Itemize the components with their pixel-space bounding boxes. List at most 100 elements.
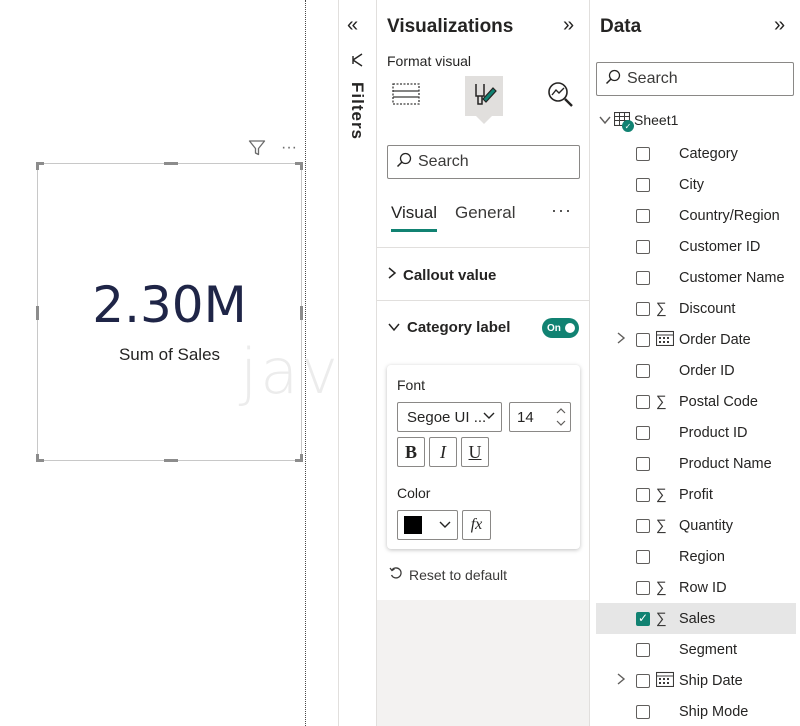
field-item[interactable]: ∑ Discount bbox=[596, 293, 796, 324]
resize-handle-bottom-right[interactable] bbox=[295, 454, 303, 462]
field-item[interactable]: Ship Date bbox=[596, 665, 796, 696]
field-checkbox[interactable] bbox=[636, 177, 650, 192]
field-checkbox[interactable] bbox=[636, 673, 650, 688]
category-label-toggle[interactable]: On bbox=[542, 318, 579, 338]
field-checkbox[interactable] bbox=[636, 363, 650, 378]
font-family-dropdown[interactable]: Segoe UI ... bbox=[397, 402, 502, 432]
field-checkbox[interactable] bbox=[636, 580, 650, 595]
more-options-icon[interactable]: ··· bbox=[551, 200, 572, 221]
field-checkbox[interactable] bbox=[636, 425, 650, 440]
field-checkbox[interactable] bbox=[636, 487, 650, 502]
color-label: Color bbox=[397, 485, 431, 501]
stepper-arrows[interactable] bbox=[555, 405, 567, 429]
analytics-tab[interactable] bbox=[541, 76, 579, 116]
field-item[interactable]: Order Date bbox=[596, 324, 796, 355]
font-size-stepper[interactable]: 14 bbox=[509, 402, 571, 432]
search-icon bbox=[605, 69, 621, 90]
more-options-icon[interactable]: ··· bbox=[278, 138, 300, 158]
card-visual[interactable]: 2.30M Sum of Sales bbox=[36, 162, 303, 462]
category-label-settings: Font Segoe UI ... 14 B I U Color fx bbox=[387, 365, 580, 549]
field-item[interactable]: Region bbox=[596, 541, 796, 572]
chevron-down-icon bbox=[387, 319, 401, 336]
field-item[interactable]: City bbox=[596, 169, 796, 200]
resize-handle-top-right[interactable] bbox=[295, 162, 303, 170]
field-item[interactable]: Category bbox=[596, 138, 796, 169]
field-item[interactable]: ∑ Quantity bbox=[596, 510, 796, 541]
reset-label: Reset to default bbox=[409, 566, 508, 583]
build-visual-icon bbox=[391, 79, 421, 114]
resize-handle-bottom[interactable] bbox=[164, 459, 178, 462]
field-checkbox[interactable] bbox=[636, 301, 650, 316]
checkmark-icon: ✓ bbox=[638, 611, 649, 625]
category-label-section-label: Category label bbox=[407, 319, 511, 336]
underline-button[interactable]: U bbox=[461, 437, 489, 467]
field-label: Order Date bbox=[679, 331, 751, 348]
field-checkbox[interactable] bbox=[636, 239, 650, 254]
field-item[interactable]: ∑ Profit bbox=[596, 479, 796, 510]
build-visual-tab[interactable] bbox=[387, 76, 425, 116]
chevron-right-icon[interactable] bbox=[616, 672, 626, 689]
conditional-formatting-button[interactable]: fx bbox=[462, 510, 491, 540]
category-label: Sum of Sales bbox=[118, 345, 221, 364]
chevron-down-icon[interactable] bbox=[598, 112, 612, 128]
field-checkbox[interactable] bbox=[636, 146, 650, 161]
tab-pointer bbox=[476, 116, 492, 124]
format-visual-label: Format visual bbox=[387, 53, 472, 69]
italic-button[interactable]: I bbox=[429, 437, 457, 467]
field-item[interactable]: ✓ ∑ Sales bbox=[596, 603, 796, 634]
reset-to-default-button[interactable]: Reset to default bbox=[389, 566, 507, 583]
format-visual-tab[interactable] bbox=[465, 76, 503, 116]
chevron-right-icon[interactable] bbox=[616, 331, 626, 348]
field-label: Row ID bbox=[679, 579, 727, 596]
color-picker[interactable] bbox=[397, 510, 458, 540]
field-item[interactable]: ∑ Row ID bbox=[596, 572, 796, 603]
field-checkbox[interactable] bbox=[636, 456, 650, 471]
field-checkbox[interactable] bbox=[636, 642, 650, 657]
chevron-down-icon bbox=[482, 408, 496, 425]
table-node[interactable]: ✓ Sheet1 bbox=[598, 111, 678, 132]
reset-icon bbox=[389, 566, 403, 583]
field-item[interactable]: Order ID bbox=[596, 355, 796, 386]
format-search-box[interactable] bbox=[387, 145, 580, 179]
field-label: Category bbox=[679, 145, 738, 162]
field-item[interactable]: Customer Name bbox=[596, 262, 796, 293]
resize-handle-top[interactable] bbox=[164, 162, 178, 165]
field-checkbox[interactable] bbox=[636, 518, 650, 533]
filter-icon[interactable] bbox=[246, 138, 268, 158]
field-checkbox[interactable] bbox=[636, 704, 650, 719]
tab-general[interactable]: General bbox=[455, 203, 515, 223]
field-checkbox[interactable] bbox=[636, 270, 650, 285]
field-checkbox[interactable] bbox=[636, 208, 650, 223]
field-list: Category City Country/Region Customer ID Cus… bbox=[596, 138, 796, 726]
field-item[interactable]: Product ID bbox=[596, 417, 796, 448]
field-item[interactable]: Ship Mode bbox=[596, 696, 796, 726]
expand-data-icon[interactable]: » bbox=[774, 14, 785, 37]
field-item[interactable]: Product Name bbox=[596, 448, 796, 479]
field-checkbox[interactable] bbox=[636, 332, 650, 347]
field-label: Profit bbox=[679, 486, 713, 503]
resize-handle-top-left[interactable] bbox=[36, 162, 44, 170]
collapse-filters-icon[interactable]: « bbox=[347, 14, 358, 37]
field-checkbox[interactable] bbox=[636, 549, 650, 564]
field-label: Product Name bbox=[679, 455, 772, 472]
callout-value-section[interactable]: Callout value bbox=[387, 266, 496, 284]
bold-button[interactable]: B bbox=[397, 437, 425, 467]
filter-pane-icon[interactable] bbox=[350, 52, 364, 73]
analytics-magnifier-icon bbox=[545, 79, 575, 114]
callout-value-section-label: Callout value bbox=[403, 266, 497, 284]
callout-value: 2.30M bbox=[92, 276, 247, 334]
resize-handle-bottom-left[interactable] bbox=[36, 454, 44, 462]
format-search-input[interactable] bbox=[418, 153, 568, 171]
category-label-section[interactable]: Category label bbox=[387, 319, 510, 336]
field-item[interactable]: Country/Region bbox=[596, 200, 796, 231]
data-search-box[interactable] bbox=[596, 62, 794, 96]
data-search-input[interactable] bbox=[627, 70, 777, 88]
field-item[interactable]: ∑ Postal Code bbox=[596, 386, 796, 417]
field-item[interactable]: Segment bbox=[596, 634, 796, 665]
data-pane: Data » ✓ Sheet1 Category City Country/Regi… bbox=[589, 0, 800, 726]
filters-pane-label[interactable]: Filters bbox=[347, 82, 367, 140]
tab-visual[interactable]: Visual bbox=[391, 203, 437, 232]
expand-visualizations-icon[interactable]: » bbox=[563, 14, 574, 37]
field-item[interactable]: Customer ID bbox=[596, 231, 796, 262]
field-checkbox[interactable] bbox=[636, 394, 650, 409]
